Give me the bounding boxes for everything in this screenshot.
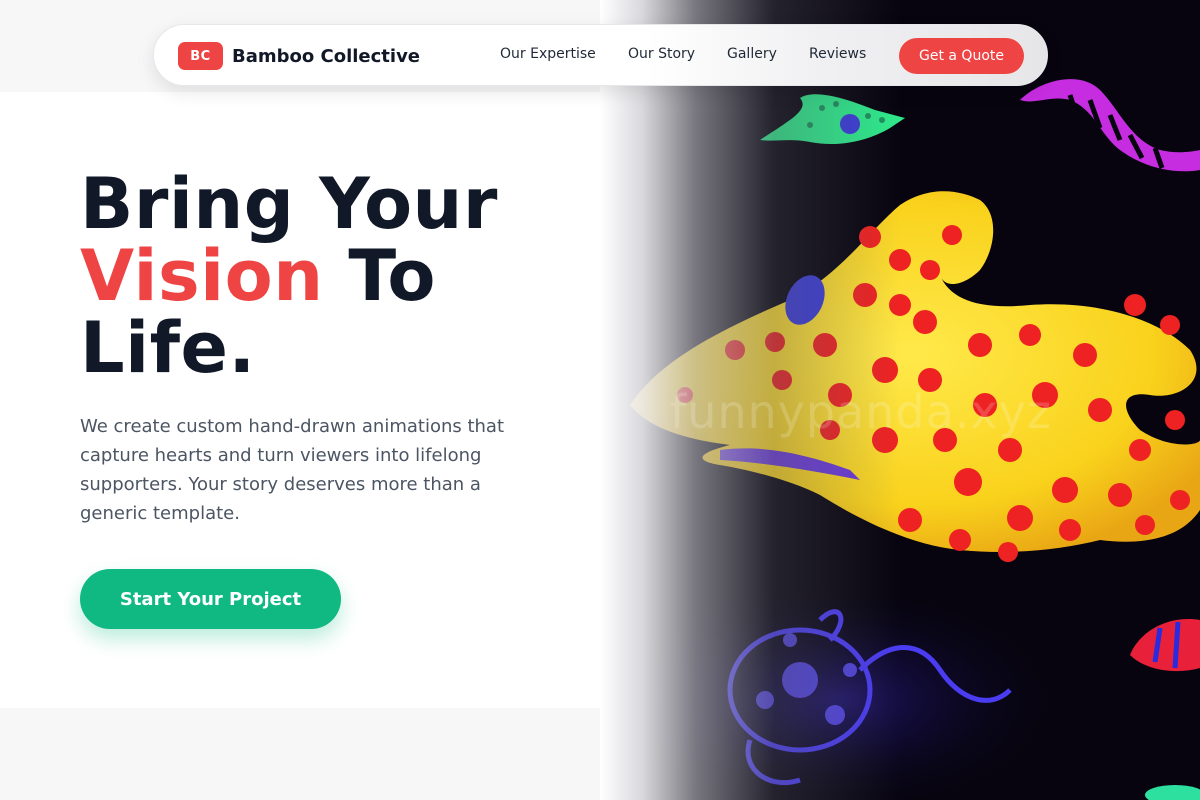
hero-subtitle: We create custom hand-drawn animations t… — [80, 416, 505, 524]
nav-link-gallery[interactable]: Gallery — [727, 46, 777, 62]
hero-headline: Bring Your Vision To Life. — [80, 168, 498, 384]
nav-link-our-story[interactable]: Our Story — [628, 46, 695, 62]
headline-line-1: Bring Your — [80, 163, 498, 245]
magenta-creature-shape — [1020, 79, 1200, 172]
hero-image: funnypanda.xyz — [600, 0, 1200, 800]
nav-link-reviews[interactable]: Reviews — [809, 46, 866, 62]
top-navbar: BC Bamboo Collective Our Expertise Our S… — [153, 24, 1048, 86]
nav-link-our-expertise[interactable]: Our Expertise — [500, 46, 596, 62]
headline-line-2-rest: To — [348, 235, 436, 317]
red-creature-shape — [1130, 619, 1200, 672]
headline-accent-word: Vision — [80, 235, 324, 317]
headline-line-3: Life. — [80, 307, 256, 389]
brand-name: Bamboo Collective — [232, 45, 421, 67]
brand-badge: BC — [178, 42, 223, 70]
section-divider-strip — [0, 708, 600, 800]
brand-logo[interactable]: BC Bamboo Collective — [178, 42, 420, 70]
start-project-button[interactable]: Start Your Project — [80, 569, 341, 629]
get-quote-button[interactable]: Get a Quote — [899, 38, 1024, 74]
watermark-text: funnypanda.xyz — [670, 385, 1053, 439]
